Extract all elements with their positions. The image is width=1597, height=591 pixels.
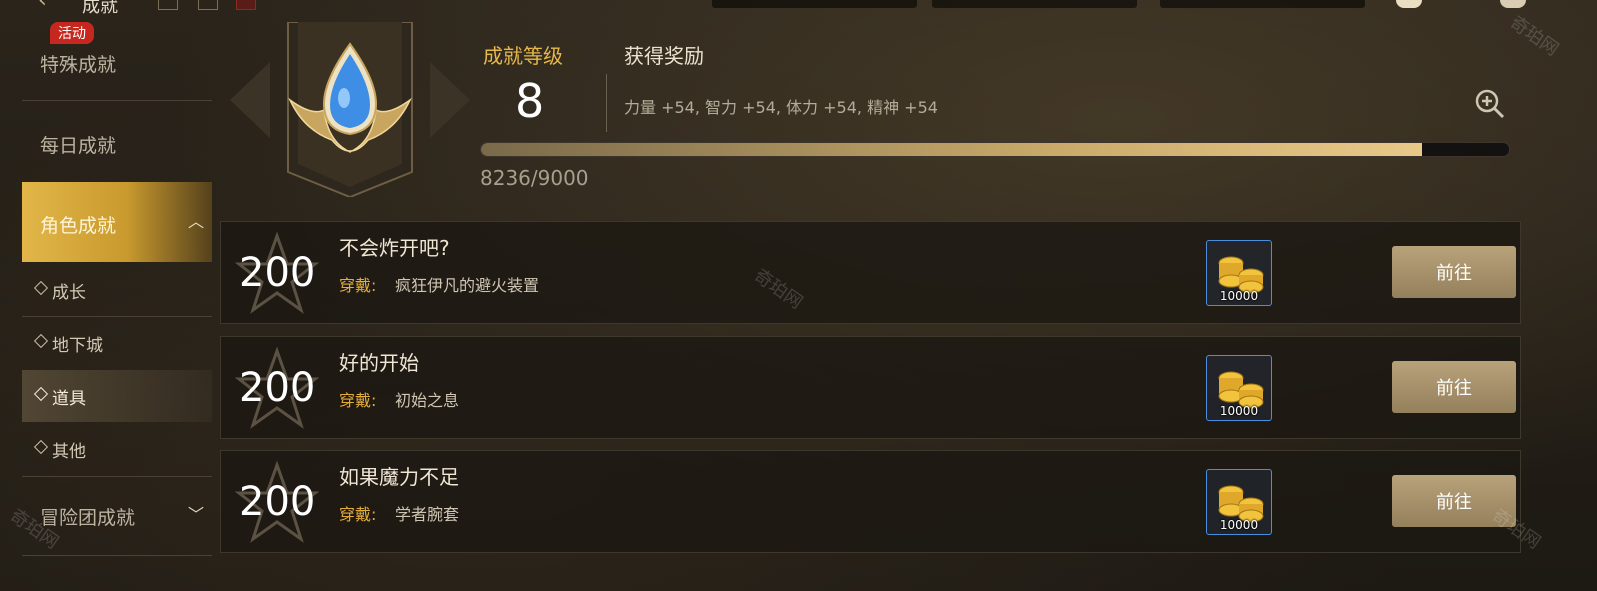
currency-gem	[932, 0, 1137, 8]
reward-amount: 10000	[1219, 404, 1259, 418]
required-item: 疯狂伊凡的避火装置	[395, 276, 540, 295]
sidebar-item-label: 特殊成就	[40, 54, 117, 76]
sidebar-subitem-label: 其他	[52, 442, 86, 462]
chevron-up-icon[interactable]: ︿	[188, 208, 204, 232]
event-badge: 活动	[50, 22, 94, 44]
event-icon[interactable]	[236, 0, 256, 10]
sidebar-subitem-items[interactable]: 道具	[22, 370, 212, 422]
sidebar-item-daily[interactable]: 每日成就	[22, 101, 212, 181]
page-title: 成就	[82, 0, 118, 17]
zoom-in-icon[interactable]	[1474, 88, 1506, 124]
diamond-icon[interactable]	[158, 0, 178, 10]
achievement-title: 好的开始	[339, 351, 419, 375]
achievement-emblem-icon	[230, 21, 470, 199]
achievement-progress-bar	[480, 142, 1510, 157]
achievement-title: 如果魔力不足	[339, 465, 459, 489]
menu-button[interactable]	[1396, 0, 1422, 8]
wear-label: 穿戴:	[339, 505, 377, 524]
sidebar-item-character[interactable]: 角色成就 ︿	[22, 182, 212, 262]
reward-amount: 10000	[1219, 518, 1259, 532]
required-item: 初始之息	[395, 391, 460, 410]
achievement-level-label: 成就等级	[483, 44, 563, 68]
gold-coins-icon[interactable]: 10000	[1206, 240, 1272, 306]
go-button[interactable]: 前往	[1392, 361, 1516, 413]
sidebar-item-label: 每日成就	[40, 135, 117, 157]
achievement-progress-text: 8236/9000	[480, 166, 589, 190]
go-button[interactable]: 前往	[1392, 246, 1516, 298]
gold-coins-icon[interactable]: 10000	[1206, 469, 1272, 535]
diamond-bullet-icon	[33, 439, 49, 455]
diamond-bullet-icon	[33, 280, 49, 296]
sidebar: 特殊成就 活动 每日成就 角色成就 ︿ 成长 地下城 道具 其他 冒险团成就 ﹀	[22, 22, 212, 577]
sidebar-subitem-label: 道具	[52, 389, 86, 409]
sidebar-subitem-label: 地下城	[52, 336, 103, 356]
achievement-points: 200	[239, 250, 316, 296]
chevron-down-icon[interactable]: ﹀	[188, 501, 204, 525]
achievement-title: 不会炸开吧?	[339, 236, 450, 260]
achievement-level-value: 8	[515, 74, 545, 128]
reward-label: 获得奖励	[624, 44, 704, 68]
achievement-row: 200 不会炸开吧? 穿戴: 疯狂伊凡的避火装置 10000 前往	[220, 221, 1521, 324]
wear-label: 穿戴:	[339, 276, 377, 295]
sidebar-subitem-other[interactable]: 其他	[22, 423, 212, 475]
achievement-row: 200 如果魔力不足 穿戴: 学者腕套 10000 前往	[220, 450, 1521, 553]
wear-label: 穿戴:	[339, 391, 377, 410]
diamond-bullet-icon	[33, 333, 49, 349]
achievement-points: 200	[239, 479, 316, 525]
header-divider	[606, 74, 607, 132]
sidebar-subitem-label: 成长	[52, 283, 86, 303]
close-button[interactable]	[1500, 0, 1526, 8]
gold-coins-icon[interactable]: 10000	[1206, 355, 1272, 421]
required-item: 学者腕套	[395, 505, 460, 524]
divider	[22, 555, 212, 556]
sidebar-item-label: 角色成就	[40, 215, 117, 237]
top-bar: ‹ 成就	[0, 0, 1597, 20]
achievement-points: 200	[239, 365, 316, 411]
achievement-progress-fill	[481, 143, 1422, 156]
currency-gold-star	[712, 0, 917, 8]
currency-coin	[1160, 0, 1365, 8]
grid-icon[interactable]	[198, 0, 218, 10]
reward-stats: 力量 +54, 智力 +54, 体力 +54, 精神 +54	[624, 98, 938, 117]
sidebar-subitem-growth[interactable]: 成长	[22, 264, 212, 316]
diamond-bullet-icon	[33, 386, 49, 402]
back-arrow-icon[interactable]: ‹	[38, 0, 58, 14]
sidebar-subitem-dungeon[interactable]: 地下城	[22, 317, 212, 369]
reward-amount: 10000	[1219, 289, 1259, 303]
achievement-row: 200 好的开始 穿戴: 初始之息 10000 前往	[220, 336, 1521, 439]
